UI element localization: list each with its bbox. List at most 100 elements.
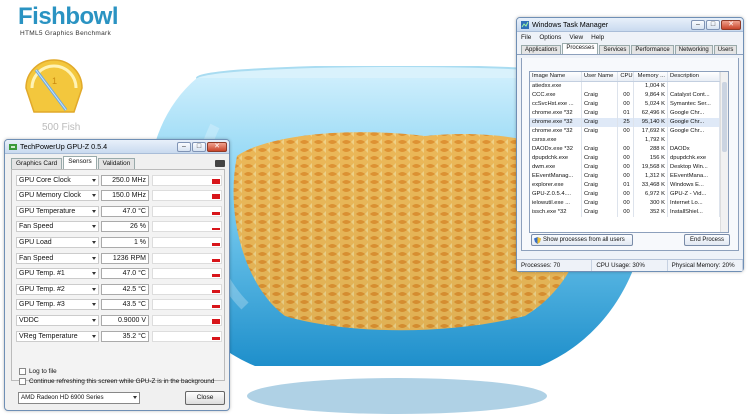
cell-memory: 1,312 K <box>634 172 668 181</box>
process-row[interactable]: chrome.exe *32 Craig 00 17,692 K Google Chr.… <box>530 127 728 136</box>
chevron-down-icon[interactable] <box>133 396 137 399</box>
sensor-name-select[interactable]: VDDC <box>16 314 99 326</box>
sensor-graph-bar <box>212 211 220 215</box>
continue-refresh-label: Continue refreshing this screen while GP… <box>29 378 215 385</box>
process-row[interactable]: dwm.exe Craig 00 19,568 K Desktop Win... <box>530 163 728 172</box>
tab-applications[interactable]: Applications <box>521 45 562 54</box>
process-row[interactable]: CCC.exe Craig 00 9,864 K Catalyst Cont... <box>530 91 728 100</box>
sensor-name: GPU Temperature <box>19 207 76 215</box>
chevron-down-icon[interactable] <box>92 178 96 182</box>
column-user-name[interactable]: User Name <box>582 72 618 81</box>
menu-options[interactable]: Options <box>539 34 561 41</box>
process-row[interactable]: ielowutil.exe ... Craig 00 300 K Internet Lo… <box>530 199 728 208</box>
checkbox-box[interactable] <box>19 368 26 375</box>
camera-icon[interactable] <box>215 160 225 167</box>
process-row[interactable]: GPU-Z.0.5.4.... Craig 00 6,972 K GPU-Z - Vid… <box>530 190 728 199</box>
sensor-name-select[interactable]: GPU Temperature <box>16 205 99 217</box>
close-button[interactable]: Close <box>185 391 225 405</box>
taskmgr-tabs: Applications Processes Services Performa… <box>517 42 743 55</box>
maximize-button[interactable]: □ <box>706 19 720 30</box>
sensor-graph <box>152 236 222 248</box>
vertical-scrollbar[interactable] <box>720 72 728 232</box>
cell-cpu: 25 <box>618 118 634 127</box>
gpuz-titlebar[interactable]: TechPowerUp GPU-Z 0.5.4 – □ ✕ <box>5 140 229 154</box>
process-row[interactable]: explorer.exe Craig 01 33,468 K Windows E... <box>530 181 728 190</box>
tab-performance[interactable]: Performance <box>631 45 674 54</box>
process-row[interactable]: atiedxx.exe 1,004 K <box>530 82 728 91</box>
chevron-down-icon[interactable] <box>92 256 96 260</box>
process-row[interactable]: chrome.exe *32 Craig 25 95,140 K Google Chr.… <box>530 118 728 127</box>
sensor-name-select[interactable]: GPU Temp. #3 <box>16 299 99 311</box>
sensor-name-select[interactable]: GPU Memory Clock <box>16 190 99 202</box>
minimize-button[interactable]: – <box>177 141 191 152</box>
sensor-graph <box>152 221 222 233</box>
tab-processes[interactable]: Processes <box>562 43 599 54</box>
minimize-button[interactable]: – <box>691 19 705 30</box>
chevron-down-icon[interactable] <box>92 303 96 307</box>
process-row[interactable]: csrss.exe 1,792 K <box>530 136 728 145</box>
sensor-name-select[interactable]: VReg Temperature <box>16 330 99 342</box>
close-window-button[interactable]: ✕ <box>207 141 227 152</box>
cell-description <box>668 136 720 145</box>
scrollbar-thumb[interactable] <box>722 82 727 152</box>
taskmgr-titlebar[interactable]: Windows Task Manager – □ ✕ <box>517 18 743 32</box>
menu-file[interactable]: File <box>521 34 531 41</box>
column-memory[interactable]: Memory ... <box>634 72 668 81</box>
menu-view[interactable]: View <box>569 34 583 41</box>
tab-sensors[interactable]: Sensors <box>63 156 97 169</box>
process-row[interactable]: DAODx.exe *32 Craig 00 288 K DAODx <box>530 145 728 154</box>
close-window-button[interactable]: ✕ <box>721 19 741 30</box>
column-cpu[interactable]: CPU <box>618 72 634 81</box>
fps-gauge-icon: 1 <box>25 59 83 113</box>
checkbox-box[interactable] <box>19 378 26 385</box>
cell-image-name: CCC.exe <box>530 91 582 100</box>
sensor-name-select[interactable]: GPU Temp. #1 <box>16 268 99 280</box>
process-row[interactable]: issch.exe *32 Craig 00 352 K InstallShiel... <box>530 208 728 217</box>
sensor-row: GPU Core Clock 250.0 MHz <box>16 174 222 186</box>
sensor-value: 1 % <box>101 236 149 248</box>
chevron-down-icon[interactable] <box>92 334 96 338</box>
end-process-button[interactable]: End Process <box>684 234 730 246</box>
benchmark-logo: Fishbowl HTML5 Graphics Benchmark <box>18 3 119 38</box>
sensor-value: 1236 RPM <box>101 252 149 264</box>
tab-users[interactable]: Users <box>713 45 738 54</box>
benchmark-title: Fishbowl <box>18 3 119 30</box>
cell-user-name: Craig <box>582 181 618 190</box>
sensor-name-select[interactable]: GPU Temp. #2 <box>16 283 99 295</box>
graphics-card-select[interactable]: AMD Radeon HD 6900 Series <box>18 392 140 404</box>
menu-help[interactable]: Help <box>591 34 604 41</box>
show-all-processes-button[interactable]: Show processes from all users <box>531 234 633 246</box>
sensor-name-select[interactable]: GPU Core Clock <box>16 174 99 186</box>
process-row[interactable]: dpupdchk.exe Craig 00 156 Kdpupdchk.exe <box>530 154 728 163</box>
chevron-down-icon[interactable] <box>92 272 96 276</box>
tab-networking[interactable]: Networking <box>674 45 713 54</box>
cell-image-name: chrome.exe *32 <box>530 118 582 127</box>
sensor-name-select[interactable]: Fan Speed <box>16 221 99 233</box>
sensor-name-select[interactable]: GPU Load <box>16 236 99 248</box>
column-description[interactable]: Description <box>668 72 720 81</box>
process-row[interactable]: chrome.exe *32 Craig 01 62,496 K Google Chr.… <box>530 109 728 118</box>
log-to-file-checkbox[interactable]: Log to file <box>19 368 57 375</box>
status-bar: Processes: 70 CPU Usage: 30% Physical Me… <box>517 259 743 271</box>
tab-graphics-card[interactable]: Graphics Card <box>11 158 63 169</box>
svg-text:1: 1 <box>52 76 57 86</box>
cell-memory: 288 K <box>634 145 668 154</box>
sensor-graph-bar <box>212 178 220 184</box>
cell-user-name <box>582 136 618 145</box>
cell-image-name: chrome.exe *32 <box>530 127 582 136</box>
chevron-down-icon[interactable] <box>92 209 96 213</box>
process-row[interactable]: EEventManag... Craig 00 1,312 K EEventMana..… <box>530 172 728 181</box>
process-row[interactable]: ccSvcHst.exe ... Craig 00 5,024 K Symantec S… <box>530 100 728 109</box>
chevron-down-icon[interactable] <box>92 240 96 244</box>
process-table[interactable]: Image Name User Name CPU Memory ... Desc… <box>529 71 729 233</box>
chevron-down-icon[interactable] <box>92 194 96 198</box>
chevron-down-icon[interactable] <box>92 287 96 291</box>
chevron-down-icon[interactable] <box>92 318 96 322</box>
sensor-name-select[interactable]: Fan Speed <box>16 252 99 264</box>
column-image-name[interactable]: Image Name <box>530 72 582 81</box>
maximize-button[interactable]: □ <box>192 141 206 152</box>
tab-validation[interactable]: Validation <box>97 158 136 169</box>
tab-services[interactable]: Services <box>599 45 631 54</box>
continue-refresh-checkbox[interactable]: Continue refreshing this screen while GP… <box>19 378 214 385</box>
chevron-down-icon[interactable] <box>92 225 96 229</box>
